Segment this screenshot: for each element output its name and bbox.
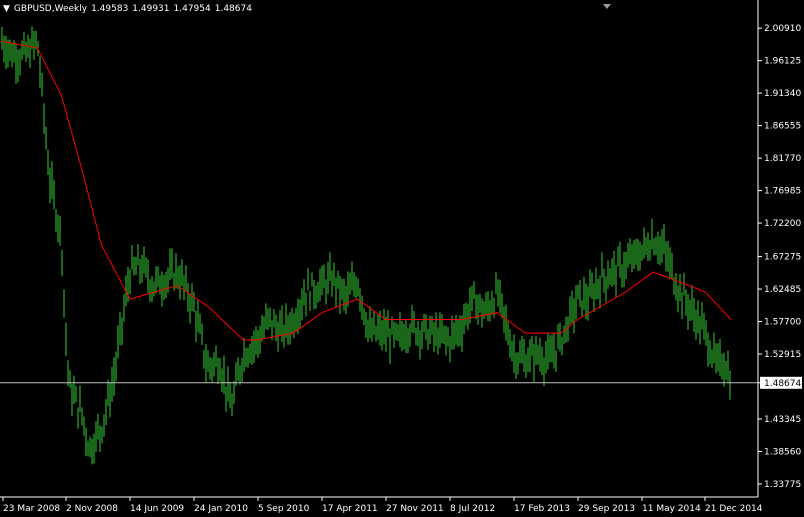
x-tick-label: 17 Feb 2013 <box>514 504 570 514</box>
x-tick-label: 23 Mar 2008 <box>3 504 60 514</box>
y-tick-label: 1.76985 <box>764 187 801 197</box>
x-tick-label: 11 May 2014 <box>642 504 701 514</box>
x-tick-label: 17 Apr 2011 <box>322 504 378 514</box>
x-tick-label: 14 Jun 2009 <box>130 504 184 514</box>
y-tick-label: 2.00910 <box>764 24 801 34</box>
price-chart[interactable]: 2.00910 1.96125 1.91340 1.86555 1.81770 1.769… <box>0 0 804 517</box>
x-tick-label: 2 Nov 2008 <box>66 504 118 514</box>
open-value: 1.49583 <box>91 4 129 14</box>
y-tick-label: 1.67275 <box>764 253 801 263</box>
y-tick-label: 1.52915 <box>764 350 801 360</box>
y-tick-label: 1.57700 <box>764 318 801 328</box>
x-tick-label: 29 Sep 2013 <box>578 504 635 514</box>
y-tick-label: 1.86555 <box>764 122 801 132</box>
y-tick-label: 1.81770 <box>764 154 801 164</box>
y-tick-label: 1.72200 <box>764 219 801 229</box>
current-price-label: 1.48674 <box>764 379 801 389</box>
y-tick-label: 1.96125 <box>764 57 801 67</box>
x-tick-label: 8 Jul 2012 <box>450 504 495 514</box>
x-tick-label: 5 Sep 2010 <box>258 504 310 514</box>
y-tick-label: 1.91340 <box>764 89 801 99</box>
x-tick-label: 27 Nov 2011 <box>386 504 444 514</box>
x-tick-label: 21 Dec 2014 <box>705 504 763 514</box>
chart-header: ▼ GBPUSD,Weekly 1.49583 1.49931 1.47954 1.486… <box>3 4 256 14</box>
y-tick-label: 1.33775 <box>764 480 801 490</box>
x-tick-label: 24 Jan 2010 <box>194 504 248 514</box>
symbol-timeframe: GBPUSD,Weekly <box>13 4 88 14</box>
low-value: 1.47954 <box>173 4 211 14</box>
chart-background <box>0 0 804 517</box>
y-tick-label: 1.62485 <box>764 285 801 295</box>
y-axis: 2.00910 1.96125 1.91340 1.86555 1.81770 1.769… <box>758 24 802 490</box>
high-value: 1.49931 <box>132 4 170 14</box>
y-tick-label: 1.43345 <box>764 415 801 425</box>
y-tick-label: 1.38560 <box>764 447 801 457</box>
triangle-down-icon[interactable]: ▼ <box>3 4 10 14</box>
close-value: 1.48674 <box>214 4 252 14</box>
